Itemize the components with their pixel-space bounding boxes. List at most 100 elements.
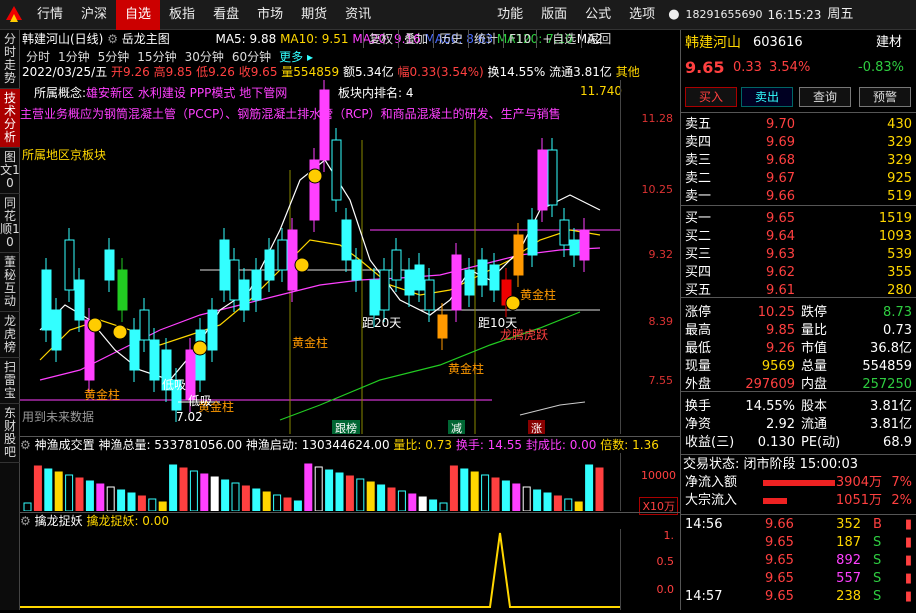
ohlc-open: 开9.26 — [111, 65, 150, 79]
volume-bar — [429, 499, 438, 512]
tab-timeshare[interactable]: 分时走势 — [0, 30, 20, 89]
tick-volume: 352 — [836, 517, 861, 532]
tab-overlay[interactable]: 叠加 — [398, 30, 433, 48]
stat-label: 换手 — [685, 399, 712, 414]
tab-f10-btn[interactable]: F10 — [503, 30, 536, 48]
ask-book: 卖五 9.70 430 卖四 9.69 329 卖三 9.68 329 卖二 9.67 925 卖一 9.… — [681, 114, 916, 206]
flow-bar — [763, 480, 835, 486]
volume-chart[interactable] — [20, 453, 620, 512]
volume-bar — [221, 479, 230, 512]
quote-header: 韩建河山 603616 建材 — [681, 30, 916, 56]
menu-functions[interactable]: 功能 — [488, 0, 532, 30]
candle — [379, 269, 390, 311]
stat-value: 36.8亿 — [870, 341, 912, 356]
volume-indicator-name[interactable]: 神渔成交置 — [35, 438, 95, 452]
volume-bar — [460, 468, 469, 512]
stat-label: 现量 — [685, 359, 712, 374]
candle — [219, 239, 230, 291]
user-icon[interactable]: ● — [664, 0, 683, 30]
menu-watchlist[interactable]: 自选 — [116, 0, 161, 30]
volume-bar — [533, 489, 542, 512]
indicator-name[interactable]: 岳龙主图 — [122, 32, 170, 46]
volume-bar — [345, 475, 354, 512]
tab-guba[interactable]: 东财股吧 — [0, 404, 20, 463]
menu-options[interactable]: 选项 — [620, 0, 664, 30]
menu-layout[interactable]: 版面 — [532, 0, 576, 30]
tab-ths10[interactable]: 同花顺10 — [0, 194, 20, 253]
flow-pct: 2% — [891, 493, 912, 508]
order-level: 买四 — [685, 265, 712, 280]
menu-futures[interactable]: 期货 — [292, 0, 336, 30]
ohlc-other[interactable]: 其他 — [616, 65, 640, 79]
tick-price: 9.65 — [765, 553, 794, 568]
tick-row: 9.65 187 S ▮ — [681, 534, 916, 552]
settings-icon[interactable]: ⚙ — [20, 514, 31, 528]
tick-side: B — [873, 517, 882, 532]
tab-f10[interactable]: 图文10 — [0, 148, 20, 194]
ohlc-date: 2022/03/25/五 — [22, 65, 108, 79]
menu-formula[interactable]: 公式 — [576, 0, 620, 30]
tick-time: 14:56 — [685, 517, 723, 532]
volume-bar — [553, 495, 562, 512]
order-price: 9.65 — [766, 211, 795, 226]
menu-market[interactable]: 市场 — [248, 0, 292, 30]
stat-label: PE(动) — [801, 435, 841, 450]
menu-quotes[interactable]: 行情 — [28, 0, 72, 30]
menu-indices[interactable]: 板指 — [160, 0, 204, 30]
dragon-line — [20, 532, 620, 608]
kline-chart[interactable]: 所属概念:雄安新区 水利建设 PPP模式 地下管网 板块内排名: 4 11.74… — [20, 80, 677, 434]
price-tick: 11.28 — [641, 112, 674, 125]
volume-bar — [127, 492, 136, 512]
tab-history[interactable]: 历史 — [433, 30, 468, 48]
flow-label: 净流入额 — [685, 475, 738, 490]
candle — [404, 269, 415, 296]
stat-value: 68.9 — [883, 435, 912, 450]
sell-button[interactable]: 卖出 — [741, 87, 793, 107]
settings-icon[interactable]: ⚙ — [107, 32, 118, 46]
stat-value: 9569 — [761, 359, 795, 374]
menu-board[interactable]: 看盘 — [204, 0, 248, 30]
sector-name[interactable]: 建材 — [876, 30, 902, 56]
gold-label: 黄金柱 — [520, 288, 557, 302]
stat-row: 收益(三) 0.130 PE(动) 68.9 — [681, 434, 916, 452]
menu-news[interactable]: 资讯 — [336, 0, 380, 30]
tab-add-watch[interactable]: +自选 — [536, 30, 581, 48]
tick-flag: ▮ — [904, 535, 912, 550]
settings-icon[interactable]: ⚙ — [20, 438, 31, 452]
tab-stats[interactable]: 统计 — [468, 30, 503, 48]
buy-button[interactable]: 买入 — [685, 87, 737, 107]
stat-label: 收益(三) — [685, 435, 735, 450]
stat-value: 0.130 — [757, 435, 795, 450]
volume-bar — [262, 491, 271, 512]
tab-back[interactable]: 返回 — [581, 30, 616, 48]
volume-bar — [231, 482, 240, 512]
stat-label: 最高 — [685, 323, 712, 338]
alert-button[interactable]: 预警 — [859, 87, 911, 107]
rank-value: 11.740 — [580, 84, 622, 98]
candle — [579, 229, 590, 261]
tab-mine[interactable]: 扫雷宝 — [0, 358, 20, 404]
ohlc-amount: 额5.34亿 — [342, 65, 394, 79]
stat-label: 净资 — [685, 417, 712, 432]
tick-flag: ▮ — [904, 571, 912, 586]
flow-bar — [763, 498, 787, 504]
tab-technical[interactable]: 技术分析 — [0, 89, 20, 148]
dragon-indicator-value: 擒龙捉妖: 0.00 — [86, 514, 170, 528]
tab-rights[interactable]: 复权 — [363, 30, 398, 48]
dragon-chart[interactable] — [20, 529, 620, 610]
order-volume: 329 — [887, 153, 912, 168]
order-level: 卖二 — [685, 171, 712, 186]
price-tick: 8.39 — [648, 315, 674, 328]
volume-bar — [241, 485, 250, 512]
tab-dragon[interactable]: 龙虎榜 — [0, 312, 20, 358]
volume-bar — [210, 476, 219, 512]
dragon-indicator-name[interactable]: 擒龙捉妖 — [35, 514, 83, 528]
volume-bar — [96, 483, 105, 512]
dragon-indicator-header: ⚙ 擒龙捉妖 擒龙捉妖: 0.00 — [20, 513, 680, 529]
tick-list: 14:56 9.66 352 B ▮ 9.65 187 S ▮ 9.65 892 S ▮ 9.65 557 S… — [681, 510, 916, 606]
volume-bar — [512, 483, 521, 512]
tab-dongmi[interactable]: 董秘互动 — [0, 253, 20, 312]
volume-bar — [252, 488, 261, 512]
menu-hushen[interactable]: 沪深 — [72, 0, 116, 30]
query-button[interactable]: 查询 — [799, 87, 851, 107]
